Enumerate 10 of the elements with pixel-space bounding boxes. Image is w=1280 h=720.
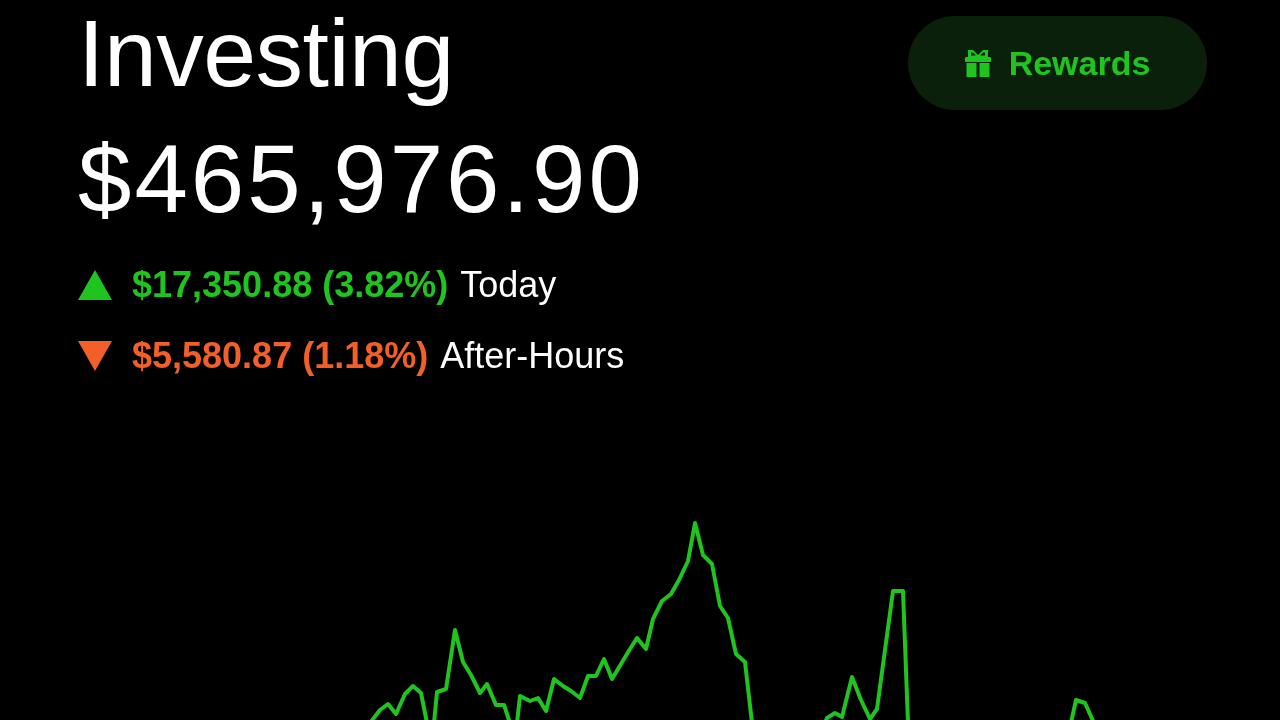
gift-icon xyxy=(964,49,991,77)
change-period: Today xyxy=(460,262,557,307)
up-triangle-icon xyxy=(78,269,112,300)
down-triangle-icon xyxy=(78,340,112,371)
change-period: After-Hours xyxy=(440,333,625,378)
page-title: Investing xyxy=(78,0,454,106)
change-amount: $17,350.88 (3.82%) xyxy=(132,262,449,307)
rewards-button[interactable]: Rewards xyxy=(908,16,1207,110)
change-amount: $5,580.87 (1.18%) xyxy=(132,333,429,378)
portfolio-value: $465,976.90 xyxy=(78,125,645,233)
